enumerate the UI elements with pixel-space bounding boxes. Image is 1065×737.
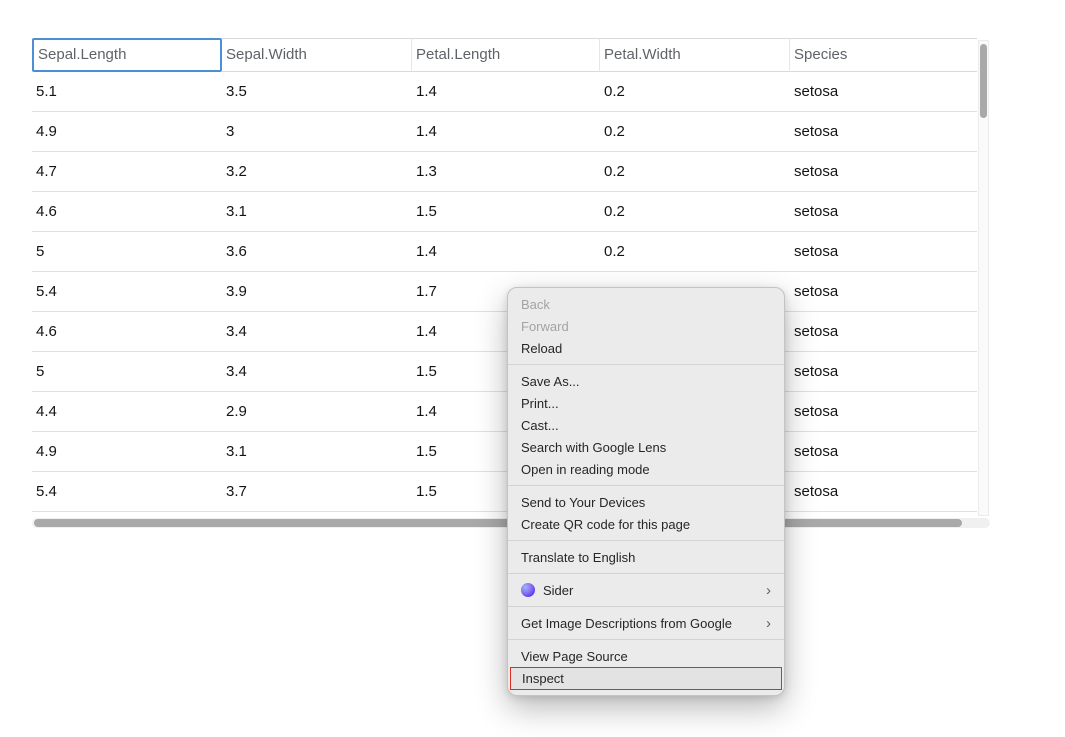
menu-item-inspect[interactable]: Inspect — [510, 667, 782, 690]
menu-item-sider[interactable]: Sider › — [508, 579, 784, 601]
cell[interactable]: 3.9 — [222, 272, 412, 312]
cell[interactable]: 3.4 — [222, 352, 412, 392]
table-row: 4.4 2.9 1.4 setosa — [32, 392, 977, 432]
menu-separator — [508, 573, 784, 574]
cell[interactable]: 3.7 — [222, 472, 412, 512]
cell[interactable]: 4.6 — [32, 192, 222, 232]
menu-separator — [508, 639, 784, 640]
cell[interactable]: setosa — [790, 112, 977, 152]
column-header-sepal-width[interactable]: Sepal.Width — [222, 38, 412, 72]
menu-separator — [508, 364, 784, 365]
menu-item-get-image-descriptions[interactable]: Get Image Descriptions from Google › — [508, 612, 784, 634]
cell[interactable]: 4.7 — [32, 152, 222, 192]
menu-separator — [508, 606, 784, 607]
cell[interactable]: 3.6 — [222, 232, 412, 272]
menu-item-open-reading-mode[interactable]: Open in reading mode — [508, 458, 784, 480]
table-row: 4.6 3.1 1.5 0.2 setosa — [32, 192, 977, 232]
cell[interactable]: 1.4 — [412, 232, 600, 272]
table-header-row: Sepal.Length Sepal.Width Petal.Length Pe… — [32, 38, 977, 72]
cell[interactable]: setosa — [790, 392, 977, 432]
horizontal-scrollbar-thumb[interactable] — [34, 519, 962, 527]
table-row: 4.7 3.2 1.3 0.2 setosa — [32, 152, 977, 192]
data-table: Sepal.Length Sepal.Width Petal.Length Pe… — [32, 38, 977, 512]
menu-item-translate[interactable]: Translate to English — [508, 546, 784, 568]
menu-item-search-google-lens[interactable]: Search with Google Lens — [508, 436, 784, 458]
cell[interactable]: 3.5 — [222, 72, 412, 112]
menu-item-back: Back — [508, 293, 784, 315]
cell[interactable]: setosa — [790, 432, 977, 472]
menu-item-create-qr-code[interactable]: Create QR code for this page — [508, 513, 784, 535]
table-row: 5 3.6 1.4 0.2 setosa — [32, 232, 977, 272]
table-row: 4.9 3 1.4 0.2 setosa — [32, 112, 977, 152]
table-row: 5.1 3.5 1.4 0.2 setosa — [32, 72, 977, 112]
cell[interactable]: setosa — [790, 272, 977, 312]
cell[interactable]: 5.1 — [32, 72, 222, 112]
menu-item-label: Sider — [543, 583, 573, 598]
table-row: 4.6 3.4 1.4 setosa — [32, 312, 977, 352]
table-row: 5.4 3.9 1.7 setosa — [32, 272, 977, 312]
menu-separator — [508, 485, 784, 486]
cell[interactable]: 5.4 — [32, 272, 222, 312]
menu-item-save-as[interactable]: Save As... — [508, 370, 784, 392]
cell[interactable]: 3.1 — [222, 192, 412, 232]
menu-item-view-page-source[interactable]: View Page Source — [508, 645, 784, 667]
menu-item-cast[interactable]: Cast... — [508, 414, 784, 436]
cell[interactable]: 5 — [32, 352, 222, 392]
cell[interactable]: setosa — [790, 312, 977, 352]
table-row: 5.4 3.7 1.5 setosa — [32, 472, 977, 512]
submenu-chevron-icon: › — [766, 583, 771, 598]
cell[interactable]: 3.1 — [222, 432, 412, 472]
cell[interactable]: setosa — [790, 152, 977, 192]
cell[interactable]: 0.2 — [600, 232, 790, 272]
cell[interactable]: 0.2 — [600, 152, 790, 192]
table-row: 5 3.4 1.5 setosa — [32, 352, 977, 392]
table-body: 5.1 3.5 1.4 0.2 setosa 4.9 3 1.4 0.2 set… — [32, 72, 977, 512]
submenu-chevron-icon: › — [766, 616, 771, 631]
table-row: 4.9 3.1 1.5 setosa — [32, 432, 977, 472]
column-header-species[interactable]: Species — [790, 38, 977, 72]
cell[interactable]: 5 — [32, 232, 222, 272]
menu-item-print[interactable]: Print... — [508, 392, 784, 414]
cell[interactable]: 4.9 — [32, 112, 222, 152]
cell[interactable]: 1.4 — [412, 112, 600, 152]
cell[interactable]: 4.4 — [32, 392, 222, 432]
cell[interactable]: 3 — [222, 112, 412, 152]
cell[interactable]: 4.6 — [32, 312, 222, 352]
cell[interactable]: 3.4 — [222, 312, 412, 352]
cell[interactable]: 0.2 — [600, 192, 790, 232]
menu-item-send-to-devices[interactable]: Send to Your Devices — [508, 491, 784, 513]
cell[interactable]: setosa — [790, 72, 977, 112]
cell[interactable]: 4.9 — [32, 432, 222, 472]
column-header-petal-width[interactable]: Petal.Width — [600, 38, 790, 72]
menu-item-reload[interactable]: Reload — [508, 337, 784, 359]
cell[interactable]: 3.2 — [222, 152, 412, 192]
sider-icon — [521, 583, 535, 597]
column-header-petal-length[interactable]: Petal.Length — [412, 38, 600, 72]
cell[interactable]: 0.2 — [600, 112, 790, 152]
menu-item-label: Get Image Descriptions from Google — [521, 616, 732, 631]
cell[interactable]: 2.9 — [222, 392, 412, 432]
cell[interactable]: setosa — [790, 192, 977, 232]
menu-separator — [508, 540, 784, 541]
context-menu: Back Forward Reload Save As... Print... … — [507, 287, 785, 696]
cell[interactable]: 1.3 — [412, 152, 600, 192]
menu-item-forward: Forward — [508, 315, 784, 337]
cell[interactable]: 5.4 — [32, 472, 222, 512]
cell[interactable]: setosa — [790, 352, 977, 392]
cell[interactable]: 0.2 — [600, 72, 790, 112]
page: Sepal.Length Sepal.Width Petal.Length Pe… — [0, 0, 1065, 737]
vertical-scrollbar-thumb[interactable] — [980, 44, 987, 118]
cell[interactable]: 1.4 — [412, 72, 600, 112]
cell[interactable]: setosa — [790, 472, 977, 512]
cell[interactable]: 1.5 — [412, 192, 600, 232]
cell[interactable]: setosa — [790, 232, 977, 272]
column-header-sepal-length[interactable]: Sepal.Length — [32, 38, 222, 72]
vertical-scrollbar[interactable] — [978, 40, 989, 516]
